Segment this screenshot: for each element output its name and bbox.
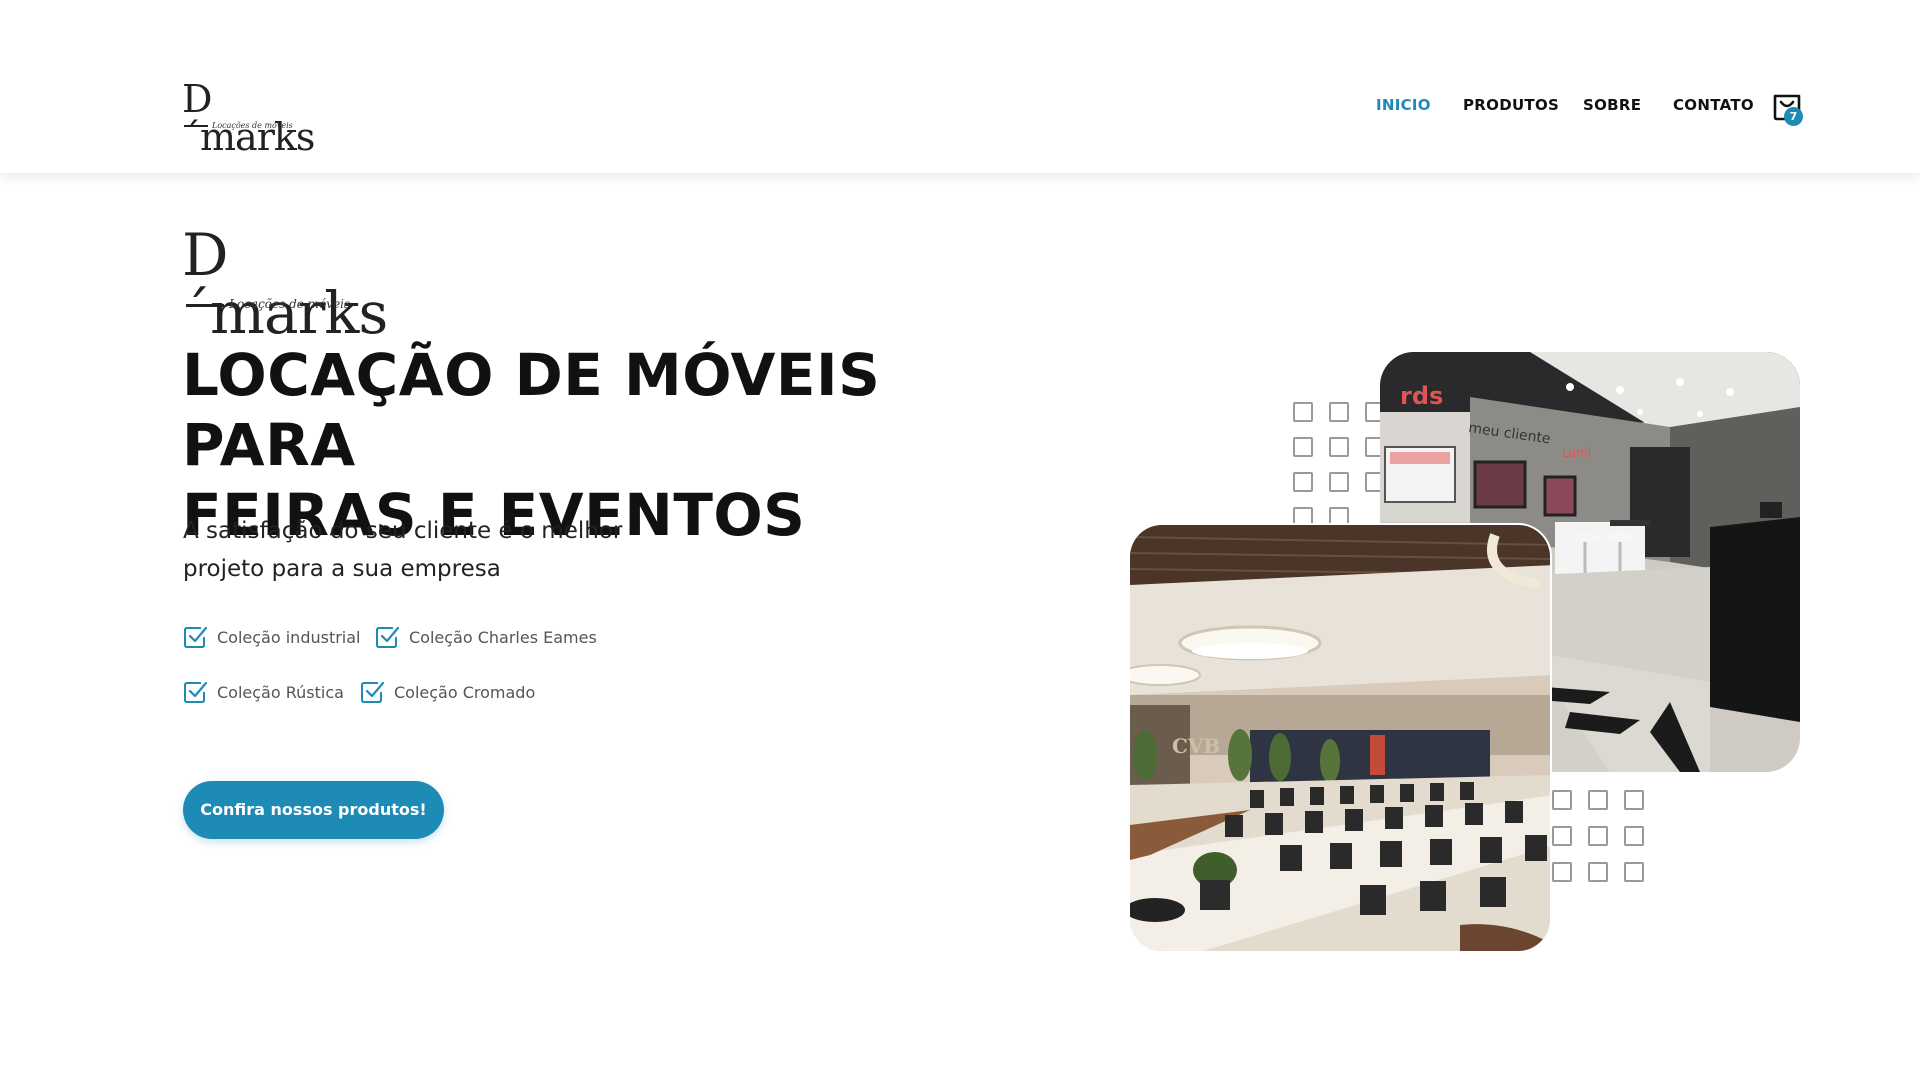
cta-products-button[interactable]: Confira nossos produtos! [183, 781, 444, 839]
feature-item-charles-eames: Coleção Charles Eames [375, 622, 597, 652]
hero-subtitle-line-1: A satisfação do seu cliente é o melhor [183, 518, 623, 544]
decor-square [1329, 437, 1349, 457]
decor-square [1293, 437, 1313, 457]
decor-square [1552, 790, 1572, 810]
decor-square [1624, 862, 1644, 882]
nav-item-produtos[interactable]: PRODUTOS [1463, 96, 1559, 114]
feature-item-cromado: Coleção Cromado [360, 677, 535, 707]
hall-sign-cvb: CVB [1172, 734, 1220, 758]
feature-label: Coleção Charles Eames [409, 627, 597, 647]
feature-label: Coleção Cromado [394, 682, 536, 702]
hero-logo: D´marks Locações de móveis [182, 226, 388, 342]
hero-subtitle-line-2: projeto para a sua empresa [183, 556, 501, 582]
nav-item-inicio[interactable]: INICIO [1376, 96, 1431, 114]
hero-title-line-1: LOCAÇÃO DE MÓVEIS PARA [182, 341, 881, 479]
header-logo[interactable]: D´marks Locações de móveis [182, 80, 315, 156]
checkbox-check-icon [184, 626, 207, 648]
hero-logo-tagline: Locações de móveis [229, 297, 351, 311]
decor-square [1588, 790, 1608, 810]
hero-subtitle: A satisfação do seu cliente é o melhor p… [183, 512, 703, 588]
decor-square [1293, 402, 1313, 422]
checkbox-check-icon [376, 626, 399, 648]
decor-square [1588, 826, 1608, 846]
decor-square [1624, 826, 1644, 846]
feature-label: Coleção industrial [217, 627, 361, 647]
decor-square [1552, 862, 1572, 882]
nav-item-contato[interactable]: CONTATO [1673, 96, 1754, 114]
checkbox-check-icon [361, 681, 384, 703]
event-hall-photo-illustration: CVB [1130, 525, 1550, 951]
header-logo-underline [184, 125, 208, 127]
header-logo-wordmark: D´marks [182, 77, 315, 159]
hero-logo-underline [186, 304, 224, 307]
feature-label: Coleção Rústica [217, 682, 344, 702]
hero-logo-wordmark: D´marks [182, 221, 388, 347]
booth-sign-lumi: Lumi [1562, 446, 1591, 460]
decor-square [1329, 402, 1349, 422]
cart-count-badge: 7 [1784, 107, 1803, 126]
decor-square [1588, 862, 1608, 882]
header-logo-tagline: Locações de móveis [212, 121, 293, 130]
event-hall-photo: CVB [1128, 523, 1552, 953]
booth-sign-rds: rds [1400, 382, 1443, 410]
decor-square [1624, 790, 1644, 810]
feature-item-rustica: Coleção Rústica [183, 677, 344, 707]
nav-item-sobre[interactable]: SOBRE [1583, 96, 1641, 114]
decor-square [1293, 472, 1313, 492]
decor-square [1552, 826, 1572, 846]
feature-item-industrial: Coleção industrial [183, 622, 361, 652]
decor-square [1329, 472, 1349, 492]
site-header: D´marks Locações de móveis INICIO PRODUT… [0, 0, 1920, 173]
checkbox-check-icon [184, 681, 207, 703]
